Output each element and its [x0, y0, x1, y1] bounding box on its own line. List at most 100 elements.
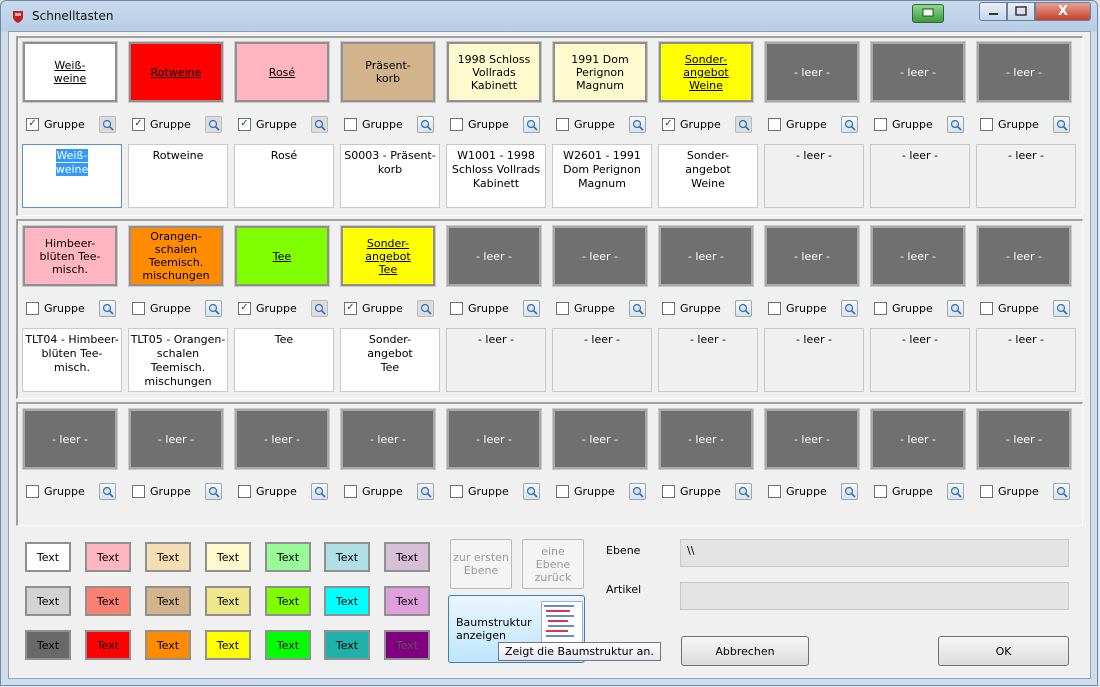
- color-swatch-button[interactable]: Text: [384, 542, 430, 572]
- color-swatch-button[interactable]: Text: [85, 586, 131, 616]
- button-text-field[interactable]: W2601 - 1991 Dom Perignon Magnum: [552, 144, 652, 208]
- search-icon[interactable]: [1053, 483, 1070, 500]
- group-checkbox[interactable]: Gruppe: [450, 116, 509, 132]
- color-swatch-button[interactable]: Text: [25, 630, 71, 660]
- shortcut-button[interactable]: Präsent- korb: [340, 41, 436, 103]
- button-text-field[interactable]: W1001 - 1998 Schloss Vollrads Kabinett: [446, 144, 546, 208]
- search-icon[interactable]: [947, 116, 964, 133]
- search-icon[interactable]: [205, 300, 222, 317]
- checkbox-box[interactable]: [874, 117, 887, 131]
- color-swatch-button[interactable]: Text: [205, 542, 251, 572]
- shortcut-button[interactable]: - leer -: [870, 41, 966, 103]
- checkbox-box[interactable]: [344, 484, 357, 498]
- button-text-field[interactable]: Tee: [234, 328, 334, 392]
- group-checkbox[interactable]: ✓ Gruppe: [26, 116, 85, 132]
- checkbox-box[interactable]: [344, 117, 357, 131]
- group-checkbox[interactable]: Gruppe: [768, 483, 827, 499]
- color-swatch-button[interactable]: Text: [85, 630, 131, 660]
- shortcut-button[interactable]: Himbeer- blüten Tee- misch.: [22, 225, 118, 287]
- minimize-button[interactable]: [979, 2, 1007, 21]
- button-text-field[interactable]: Rotweine: [128, 144, 228, 208]
- color-swatch-button[interactable]: Text: [145, 542, 191, 572]
- button-text-field[interactable]: - leer -: [764, 328, 864, 392]
- shortcut-button[interactable]: - leer -: [128, 408, 224, 470]
- checkbox-box[interactable]: [662, 484, 675, 498]
- shortcut-button[interactable]: - leer -: [552, 225, 648, 287]
- shortcut-button[interactable]: - leer -: [870, 225, 966, 287]
- color-swatch-button[interactable]: Text: [145, 586, 191, 616]
- search-icon[interactable]: [311, 300, 328, 317]
- checkbox-box[interactable]: [874, 301, 887, 315]
- search-icon[interactable]: [311, 483, 328, 500]
- checkbox-box[interactable]: [768, 484, 781, 498]
- shortcut-button[interactable]: - leer -: [658, 408, 754, 470]
- color-swatch-button[interactable]: Text: [265, 542, 311, 572]
- group-checkbox[interactable]: Gruppe: [874, 483, 933, 499]
- group-checkbox[interactable]: Gruppe: [980, 300, 1039, 316]
- search-icon[interactable]: [99, 116, 116, 133]
- first-level-button[interactable]: zur ersten Ebene: [450, 539, 512, 589]
- group-checkbox[interactable]: Gruppe: [768, 116, 827, 132]
- search-icon[interactable]: [1053, 300, 1070, 317]
- group-checkbox[interactable]: Gruppe: [26, 300, 85, 316]
- shortcut-button[interactable]: - leer -: [764, 225, 860, 287]
- search-icon[interactable]: [841, 116, 858, 133]
- checkbox-box[interactable]: [980, 484, 993, 498]
- checkbox-box[interactable]: [556, 484, 569, 498]
- shortcut-button[interactable]: - leer -: [976, 41, 1072, 103]
- color-swatch-button[interactable]: Text: [324, 630, 370, 660]
- search-icon[interactable]: [417, 300, 434, 317]
- button-text-field[interactable]: Sonder- angebot Weine: [658, 144, 758, 208]
- shortcut-button[interactable]: - leer -: [552, 408, 648, 470]
- group-checkbox[interactable]: Gruppe: [344, 483, 403, 499]
- shortcut-button[interactable]: 1991 Dom Perignon Magnum: [552, 41, 648, 103]
- checkbox-box[interactable]: [662, 301, 675, 315]
- checkbox-box[interactable]: [450, 301, 463, 315]
- shortcut-button[interactable]: - leer -: [340, 408, 436, 470]
- checkbox-box[interactable]: [26, 484, 39, 498]
- group-checkbox[interactable]: Gruppe: [344, 116, 403, 132]
- search-icon[interactable]: [205, 483, 222, 500]
- checkbox-box[interactable]: [768, 301, 781, 315]
- group-checkbox[interactable]: Gruppe: [874, 116, 933, 132]
- button-text-field[interactable]: - leer -: [764, 144, 864, 208]
- checkbox-box[interactable]: [238, 484, 251, 498]
- button-text-field[interactable]: - leer -: [552, 328, 652, 392]
- color-swatch-button[interactable]: Text: [205, 586, 251, 616]
- button-text-field[interactable]: - leer -: [976, 144, 1076, 208]
- search-icon[interactable]: [841, 300, 858, 317]
- checkbox-box[interactable]: [556, 301, 569, 315]
- color-swatch-button[interactable]: Text: [265, 630, 311, 660]
- shortcut-button[interactable]: - leer -: [234, 408, 330, 470]
- color-swatch-button[interactable]: Text: [25, 542, 71, 572]
- checkbox-box[interactable]: ✓: [26, 117, 39, 131]
- group-checkbox[interactable]: Gruppe: [132, 483, 191, 499]
- color-swatch-button[interactable]: Text: [205, 630, 251, 660]
- group-checkbox[interactable]: Gruppe: [450, 300, 509, 316]
- checkbox-box[interactable]: [132, 301, 145, 315]
- checkbox-box[interactable]: [450, 484, 463, 498]
- color-swatch-button[interactable]: Text: [85, 542, 131, 572]
- group-checkbox[interactable]: Gruppe: [556, 483, 615, 499]
- ok-button[interactable]: OK: [938, 636, 1069, 666]
- checkbox-box[interactable]: ✓: [132, 117, 145, 131]
- search-icon[interactable]: [735, 300, 752, 317]
- shortcut-button[interactable]: Rosé: [234, 41, 330, 103]
- group-checkbox[interactable]: Gruppe: [980, 483, 1039, 499]
- button-text-field[interactable]: - leer -: [446, 328, 546, 392]
- group-checkbox[interactable]: Gruppe: [556, 300, 615, 316]
- color-swatch-button[interactable]: Text: [265, 586, 311, 616]
- search-icon[interactable]: [947, 483, 964, 500]
- shortcut-button[interactable]: Weiß- weine: [22, 41, 118, 103]
- shortcut-button[interactable]: - leer -: [870, 408, 966, 470]
- checkbox-box[interactable]: [768, 117, 781, 131]
- search-icon[interactable]: [417, 483, 434, 500]
- shortcut-button[interactable]: Sonder- angebot Weine: [658, 41, 754, 103]
- group-checkbox[interactable]: Gruppe: [132, 300, 191, 316]
- shortcut-button[interactable]: - leer -: [976, 225, 1072, 287]
- shortcut-button[interactable]: - leer -: [764, 41, 860, 103]
- search-icon[interactable]: [947, 300, 964, 317]
- color-swatch-button[interactable]: Text: [324, 586, 370, 616]
- search-icon[interactable]: [629, 116, 646, 133]
- close-button[interactable]: X: [1035, 2, 1091, 21]
